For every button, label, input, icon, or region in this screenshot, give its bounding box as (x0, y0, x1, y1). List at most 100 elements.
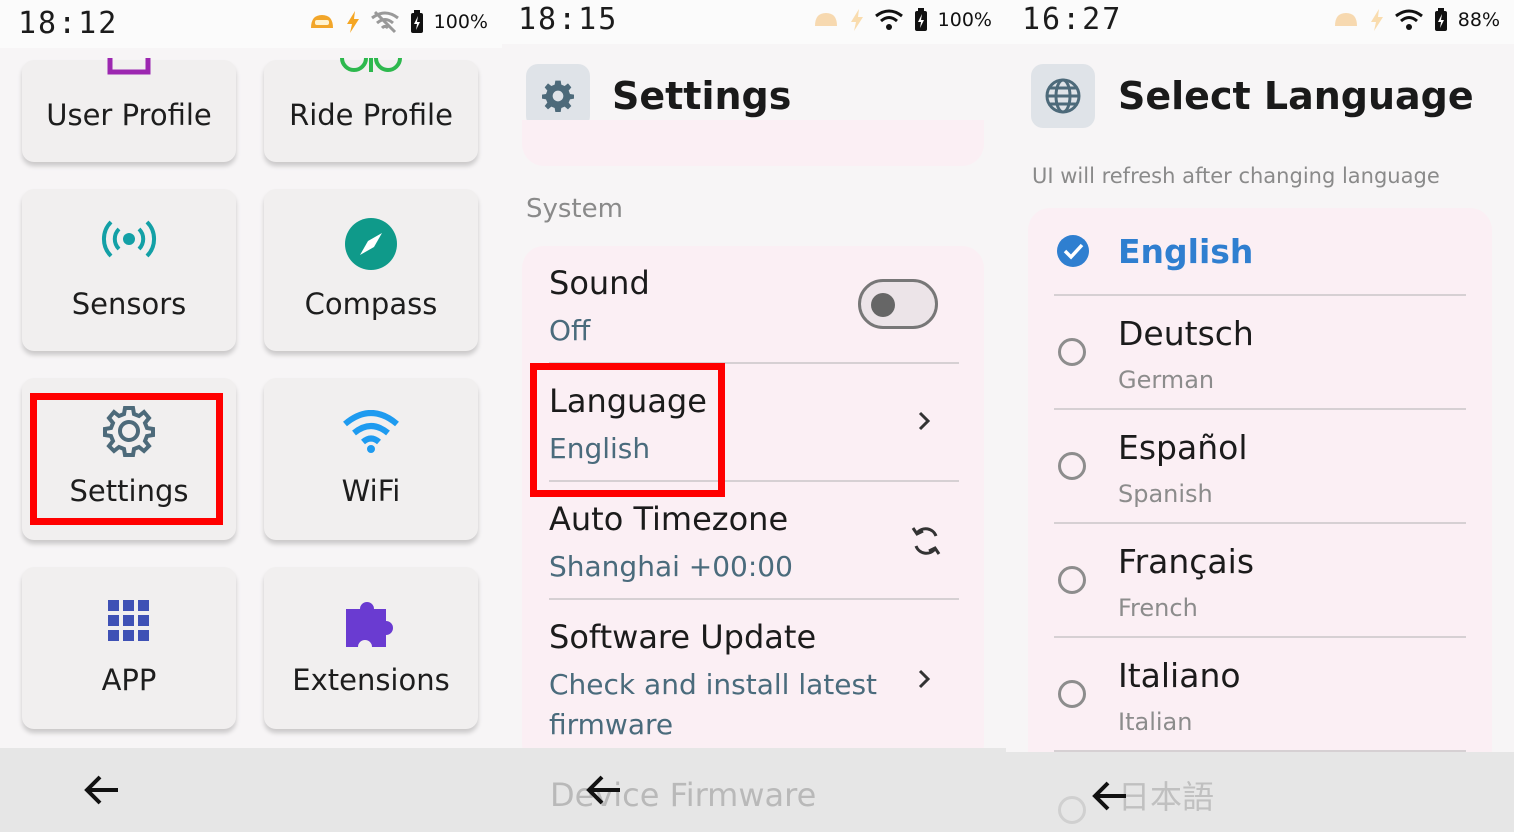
tile-label: Compass (304, 287, 438, 321)
language-english-name: Spanish (1118, 480, 1213, 508)
back-arrow-icon[interactable] (82, 772, 122, 808)
tile-label: APP (101, 663, 157, 697)
helmet-icon (814, 13, 837, 26)
grid-icon (107, 599, 151, 647)
section-header: System (526, 194, 623, 224)
tile-compass[interactable]: Compass (264, 189, 478, 351)
select-language-screen: 16:27 88% Select Language UI will refres… (1006, 0, 1514, 832)
system-settings-card: Sound Off Language English Auto Timezone… (522, 246, 984, 766)
sync-icon[interactable] (910, 524, 942, 558)
status-icons: 100% (812, 8, 992, 32)
battery-icon (1434, 8, 1447, 31)
status-time: 18:12 (18, 6, 119, 41)
back-arrow-icon[interactable] (584, 772, 624, 808)
language-name: Deutsch (1118, 314, 1254, 353)
settings-header-icon (526, 64, 590, 128)
battery-percent: 100% (433, 11, 488, 33)
charging-icon (1370, 9, 1383, 31)
previous-card-remnant (522, 120, 984, 166)
tile-wifi[interactable]: WiFi (264, 378, 478, 540)
refresh-hint: UI will refresh after changing language (1032, 164, 1440, 188)
toggle-knob (871, 293, 895, 317)
tile-label: Extensions (292, 663, 450, 697)
row-title: Auto Timezone (549, 500, 789, 538)
radio-button[interactable] (1058, 338, 1086, 366)
language-name: Italiano (1118, 656, 1241, 695)
helmet-icon (1334, 13, 1357, 26)
highlight-box (530, 363, 725, 497)
sensors-icon (101, 219, 157, 263)
language-header-icon (1031, 64, 1095, 128)
language-name: Français (1118, 542, 1255, 581)
chevron-right-icon (918, 411, 931, 431)
highlight-box (30, 393, 223, 525)
row-subtitle: Off (549, 314, 591, 347)
faded-radio-button (1058, 796, 1086, 824)
faded-language-name: 日本語 (1118, 778, 1215, 816)
divider (1054, 408, 1466, 410)
row-subtitle-line1: Check and install latest (549, 668, 878, 701)
status-time: 16:27 (1022, 2, 1123, 37)
radio-button[interactable] (1058, 566, 1086, 594)
divider (1054, 294, 1466, 296)
sound-toggle[interactable] (858, 279, 938, 329)
settings-screen: 18:15 100% Settings System Sound Off Lan… (502, 0, 1006, 832)
nav-bar (0, 748, 502, 832)
tile-extensions[interactable]: Extensions (264, 567, 478, 729)
tile-label: WiFi (341, 474, 401, 508)
language-name: Español (1118, 428, 1248, 467)
back-arrow-icon[interactable] (1090, 778, 1130, 814)
status-icons: 88% (1332, 8, 1500, 32)
radio-button[interactable] (1058, 452, 1086, 480)
nav-bar: Device Firmware (502, 748, 1006, 832)
battery-percent: 88% (1457, 9, 1500, 31)
wifi-icon (874, 9, 903, 30)
nav-bar: 日本語 (1006, 752, 1514, 832)
charging-icon (850, 9, 863, 31)
tile-label: Sensors (71, 287, 187, 321)
tile-ride-profile[interactable]: Ride Profile (264, 57, 478, 162)
language-list-card: English Deutsch German Español Spanish F… (1028, 208, 1492, 778)
divider (1054, 636, 1466, 638)
battery-percent: 100% (937, 9, 992, 31)
wifi-icon (342, 410, 400, 458)
language-english-name: Italian (1118, 708, 1193, 736)
charging-icon (346, 11, 359, 33)
battery-icon (410, 10, 423, 33)
page-title: Select Language (1118, 74, 1474, 118)
home-menu-screen: 18:12 100% User Profile Ride Profile Sen… (0, 0, 502, 832)
row-subtitle-line2: firmware (549, 708, 674, 741)
check-circle-icon (1057, 235, 1089, 267)
gear-icon (542, 80, 574, 112)
row-subtitle: Shanghai +00:00 (549, 550, 793, 583)
divider (549, 598, 959, 600)
divider (1054, 522, 1466, 524)
user-profile-icon (107, 58, 151, 80)
page-title: Settings (612, 74, 792, 118)
tile-label: User Profile (46, 98, 212, 132)
wifi-icon (1394, 9, 1423, 30)
puzzle-icon (342, 593, 400, 655)
row-title: Sound (549, 264, 650, 302)
tile-user-profile[interactable]: User Profile (22, 58, 236, 162)
compass-icon (344, 217, 398, 275)
chevron-right-icon (918, 669, 931, 689)
helmet-icon (310, 15, 333, 28)
status-bar: 16:27 88% (1006, 0, 1514, 44)
battery-icon (914, 8, 927, 31)
status-bar: 18:15 100% (502, 0, 1006, 44)
status-icons: 100% (308, 10, 488, 34)
bike-icon (338, 57, 404, 84)
status-bar: 18:12 100% (0, 0, 502, 48)
tile-sensors[interactable]: Sensors (22, 189, 236, 351)
tile-label: Ride Profile (289, 98, 453, 132)
tile-app[interactable]: APP (22, 567, 236, 729)
language-english-name: French (1118, 594, 1198, 622)
status-time: 18:15 (518, 2, 619, 37)
language-name: English (1118, 232, 1254, 271)
row-title: Software Update (549, 618, 817, 656)
radio-button[interactable] (1058, 680, 1086, 708)
globe-icon (1045, 78, 1081, 114)
wifi-off-icon (370, 10, 399, 34)
language-english-name: German (1118, 366, 1215, 394)
